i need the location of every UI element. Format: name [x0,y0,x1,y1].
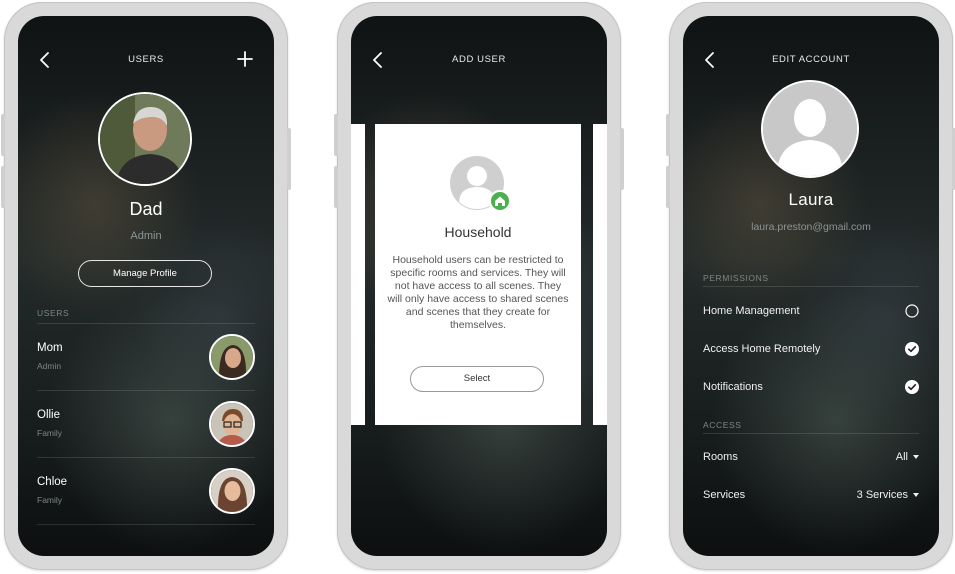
permission-label: Home Management [703,305,800,317]
card-title: Household [444,224,512,240]
profile-avatar[interactable] [98,92,192,186]
user-role: Family [37,495,63,505]
avatar [209,334,255,380]
permissions-section-label: PERMISSIONS [703,273,769,283]
volume-button [666,114,670,156]
user-name: Chloe [37,476,68,488]
phone-edit-account: EDIT ACCOUNT Laura laura.preston@gmail.c… [666,2,955,570]
users-screen: USERS Dad Admin Manage Profile USERS Mom… [18,16,274,556]
checked-circle-icon[interactable] [905,380,919,394]
volume-button [334,114,338,156]
user-role: Family [37,428,63,438]
rooms-value: All [895,451,908,463]
next-card-peek[interactable] [593,124,607,425]
volume-button [666,166,670,208]
manage-profile-button[interactable]: Manage Profile [78,260,212,287]
power-button [620,128,624,190]
caret-down-icon [913,455,919,460]
caret-down-icon [913,493,919,498]
home-icon [489,190,511,212]
profile-name: Dad [129,199,163,219]
volume-button [334,166,338,208]
phone-users: USERS Dad Admin Manage Profile USERS Mom… [1,2,291,570]
avatar [209,401,255,447]
volume-button [1,114,5,156]
users-section-label: USERS [37,308,70,318]
permission-row-access-home-remotely[interactable]: Access Home Remotely [703,341,919,361]
services-value: 3 Services [856,489,908,501]
unchecked-circle-icon[interactable] [905,304,919,318]
list-item[interactable]: Chloe Family [37,458,255,524]
add-user-screen: ADD USER Household Household users can b… [351,16,607,556]
access-label: Services [703,489,746,501]
access-section-label: ACCESS [703,420,742,430]
page-title: EDIT ACCOUNT [772,54,850,65]
permission-label: Access Home Remotely [703,343,821,355]
permission-label: Notifications [703,381,763,393]
account-avatar[interactable] [761,80,859,178]
permission-row-home-management[interactable]: Home Management [703,303,919,323]
access-row-rooms[interactable]: Rooms All [703,449,919,469]
card-description: Household users can be restricted to spe… [387,254,569,331]
phone-add-user: ADD USER Household Household users can b… [334,2,624,570]
previous-card-peek[interactable] [351,124,365,425]
avatar [209,468,255,514]
page-title: ADD USER [452,54,506,65]
access-label: Rooms [703,451,738,463]
divider [703,286,919,287]
divider [703,433,919,434]
divider [37,524,255,525]
access-row-services[interactable]: Services 3 Services [703,487,919,507]
user-role: Admin [37,361,62,371]
account-email: laura.preston@gmail.com [751,221,871,233]
profile-role: Admin [130,230,162,242]
plus-icon[interactable] [236,50,254,68]
list-item[interactable]: Mom Admin [37,324,255,390]
select-button[interactable]: Select [410,366,544,392]
user-type-card[interactable]: Household Household users can be restric… [375,124,581,425]
permission-row-notifications[interactable]: Notifications [703,379,919,399]
account-name: Laura [788,190,834,209]
rooms-dropdown[interactable]: All [896,451,919,463]
checked-circle-icon[interactable] [905,342,919,356]
list-item[interactable]: Ollie Family [37,391,255,457]
power-button [287,128,291,190]
volume-button [1,166,5,208]
user-name: Mom [37,342,63,354]
user-name: Ollie [37,409,61,421]
services-dropdown[interactable]: 3 Services [857,489,919,501]
edit-account-screen: EDIT ACCOUNT Laura laura.preston@gmail.c… [683,16,939,556]
